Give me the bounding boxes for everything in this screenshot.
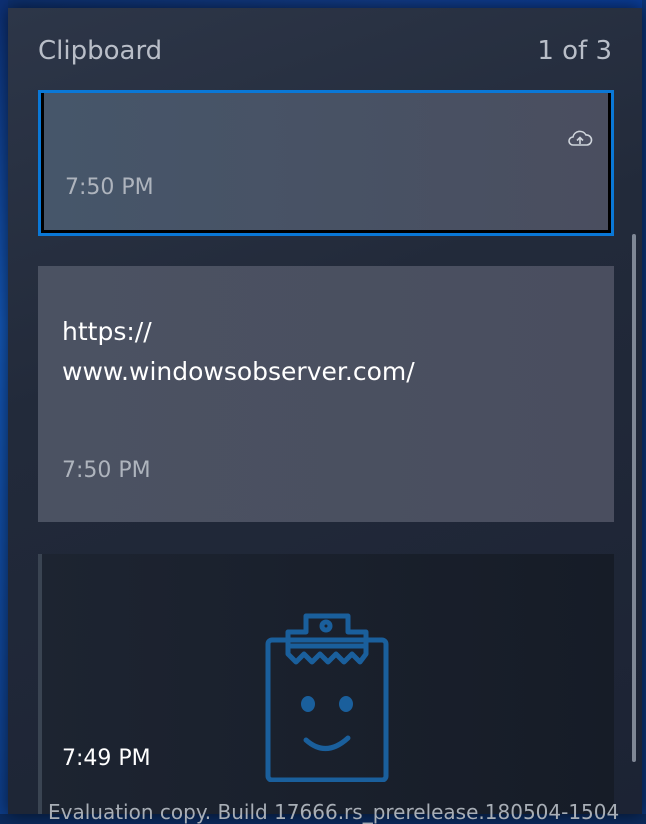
clipboard-smiley-icon (265, 613, 389, 782)
scrollbar-thumb[interactable] (632, 234, 636, 762)
clipboard-panel: Clipboard 1 of 3 7:50 PM https:// www.wi… (8, 8, 642, 814)
item-timestamp: 7:50 PM (65, 175, 154, 200)
clipboard-item[interactable]: 7:49 PM (38, 554, 614, 814)
item-text-line: https:// www.windowsobserver.com/ (62, 317, 415, 386)
cloud-upload-icon (568, 130, 593, 146)
page-counter: 1 of 3 (537, 36, 612, 66)
clipboard-history-list: 7:50 PM https:// www.windowsobserver.com… (8, 90, 642, 814)
desktop-background-right (642, 0, 646, 814)
item-timestamp: 7:49 PM (62, 746, 151, 771)
clipboard-item[interactable]: 7:50 PM (38, 90, 614, 236)
item-timestamp: 7:50 PM (62, 458, 151, 483)
desktop-background-left (0, 0, 8, 814)
panel-title: Clipboard (38, 36, 163, 66)
clipboard-item[interactable]: https:// www.windowsobserver.com/ 7:50 P… (38, 266, 614, 522)
item-text: https:// www.windowsobserver.com/ (62, 312, 482, 392)
desktop-watermark: Evaluation copy. Build 17666.rs_prerelea… (48, 800, 620, 824)
